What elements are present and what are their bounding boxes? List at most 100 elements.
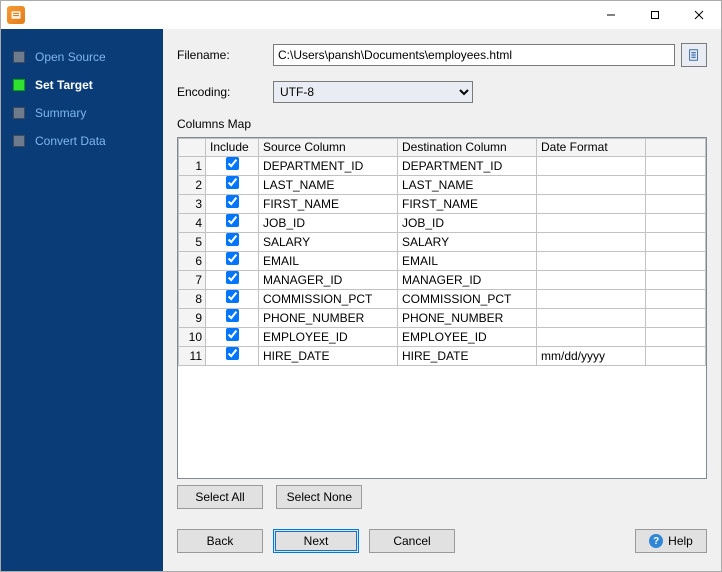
columns-map-label: Columns Map xyxy=(177,117,707,131)
back-button[interactable]: Back xyxy=(177,529,263,553)
wizard-step-convert-data[interactable]: Convert Data xyxy=(1,127,163,155)
destination-cell[interactable]: JOB_ID xyxy=(398,214,537,233)
header-date-format[interactable]: Date Format xyxy=(537,139,646,157)
include-cell xyxy=(206,157,259,176)
grid-corner xyxy=(179,139,206,157)
source-cell[interactable]: JOB_ID xyxy=(259,214,398,233)
source-cell[interactable]: MANAGER_ID xyxy=(259,271,398,290)
browse-button[interactable] xyxy=(681,43,707,67)
wizard-step-summary[interactable]: Summary xyxy=(1,99,163,127)
destination-cell[interactable]: PHONE_NUMBER xyxy=(398,309,537,328)
select-all-button[interactable]: Select All xyxy=(177,485,263,509)
help-icon: ? xyxy=(649,534,663,548)
step-marker-icon xyxy=(13,135,25,147)
include-checkbox[interactable] xyxy=(226,309,239,322)
include-checkbox[interactable] xyxy=(226,176,239,189)
include-checkbox[interactable] xyxy=(226,252,239,265)
table-row[interactable]: 10 EMPLOYEE_IDEMPLOYEE_ID xyxy=(179,328,706,347)
source-cell[interactable]: EMPLOYEE_ID xyxy=(259,328,398,347)
source-cell[interactable]: LAST_NAME xyxy=(259,176,398,195)
table-row[interactable]: 2LAST_NAMELAST_NAME xyxy=(179,176,706,195)
include-checkbox[interactable] xyxy=(226,271,239,284)
table-row[interactable]: 1DEPARTMENT_IDDEPARTMENT_ID xyxy=(179,157,706,176)
encoding-label: Encoding: xyxy=(177,85,273,99)
table-row[interactable]: 11HIRE_DATEHIRE_DATEmm/dd/yyyy xyxy=(179,347,706,366)
table-row[interactable]: 4 JOB_IDJOB_ID xyxy=(179,214,706,233)
select-none-button[interactable]: Select None xyxy=(276,485,362,509)
row-number: 10 xyxy=(179,328,206,347)
include-cell xyxy=(206,195,259,214)
table-row[interactable]: 3FIRST_NAMEFIRST_NAME xyxy=(179,195,706,214)
destination-cell[interactable]: FIRST_NAME xyxy=(398,195,537,214)
destination-cell[interactable]: EMAIL xyxy=(398,252,537,271)
step-marker-icon xyxy=(13,107,25,119)
step-label: Convert Data xyxy=(35,134,106,148)
date-format-cell[interactable] xyxy=(537,176,646,195)
table-row[interactable]: 7MANAGER_IDMANAGER_ID xyxy=(179,271,706,290)
date-format-cell[interactable] xyxy=(537,252,646,271)
source-cell[interactable]: EMAIL xyxy=(259,252,398,271)
destination-cell[interactable]: COMMISSION_PCT xyxy=(398,290,537,309)
titlebar-left xyxy=(7,6,25,24)
header-spacer xyxy=(646,139,706,157)
step-label: Open Source xyxy=(35,50,106,64)
wizard-step-set-target[interactable]: Set Target xyxy=(1,71,163,99)
row-number: 5 xyxy=(179,233,206,252)
minimize-button[interactable] xyxy=(589,1,633,29)
source-cell[interactable]: FIRST_NAME xyxy=(259,195,398,214)
date-format-cell[interactable] xyxy=(537,309,646,328)
include-cell xyxy=(206,309,259,328)
source-cell[interactable]: SALARY xyxy=(259,233,398,252)
include-cell xyxy=(206,328,259,347)
row-number: 4 xyxy=(179,214,206,233)
date-format-cell[interactable] xyxy=(537,214,646,233)
encoding-select[interactable]: UTF-8 xyxy=(273,81,473,103)
table-row[interactable]: 9PHONE_NUMBERPHONE_NUMBER xyxy=(179,309,706,328)
destination-cell[interactable]: DEPARTMENT_ID xyxy=(398,157,537,176)
filename-input[interactable] xyxy=(273,44,675,66)
wizard-step-open-source[interactable]: Open Source xyxy=(1,43,163,71)
destination-cell[interactable]: EMPLOYEE_ID xyxy=(398,328,537,347)
form-area: Filename: Encoding: UTF-8 Columns Map xyxy=(163,29,721,523)
include-checkbox[interactable] xyxy=(226,347,239,360)
date-format-cell[interactable] xyxy=(537,290,646,309)
include-checkbox[interactable] xyxy=(226,195,239,208)
date-format-cell[interactable] xyxy=(537,233,646,252)
header-destination[interactable]: Destination Column xyxy=(398,139,537,157)
app-icon xyxy=(7,6,25,24)
source-cell[interactable]: DEPARTMENT_ID xyxy=(259,157,398,176)
destination-cell[interactable]: SALARY xyxy=(398,233,537,252)
date-format-cell[interactable]: mm/dd/yyyy xyxy=(537,347,646,366)
destination-cell[interactable]: HIRE_DATE xyxy=(398,347,537,366)
help-button[interactable]: ? Help xyxy=(635,529,707,553)
date-format-cell[interactable] xyxy=(537,271,646,290)
source-cell[interactable]: PHONE_NUMBER xyxy=(259,309,398,328)
include-checkbox[interactable] xyxy=(226,328,239,341)
close-button[interactable] xyxy=(677,1,721,29)
row-number: 8 xyxy=(179,290,206,309)
include-checkbox[interactable] xyxy=(226,157,239,170)
table-row[interactable]: 8 COMMISSION_PCTCOMMISSION_PCT xyxy=(179,290,706,309)
date-format-cell[interactable] xyxy=(537,195,646,214)
step-label: Set Target xyxy=(35,78,93,92)
table-row[interactable]: 6EMAILEMAIL xyxy=(179,252,706,271)
header-include[interactable]: Include xyxy=(206,139,259,157)
date-format-cell[interactable] xyxy=(537,157,646,176)
table-row[interactable]: 5 SALARYSALARY xyxy=(179,233,706,252)
next-button[interactable]: Next xyxy=(273,529,359,553)
include-checkbox[interactable] xyxy=(226,214,239,227)
wizard-sidebar: Open Source Set Target Summary Convert Data xyxy=(1,29,163,571)
header-source[interactable]: Source Column xyxy=(259,139,398,157)
destination-cell[interactable]: MANAGER_ID xyxy=(398,271,537,290)
step-label: Summary xyxy=(35,106,86,120)
maximize-button[interactable] xyxy=(633,1,677,29)
destination-cell[interactable]: LAST_NAME xyxy=(398,176,537,195)
include-checkbox[interactable] xyxy=(226,233,239,246)
cancel-button[interactable]: Cancel xyxy=(369,529,455,553)
source-cell[interactable]: COMMISSION_PCT xyxy=(259,290,398,309)
include-checkbox[interactable] xyxy=(226,290,239,303)
source-cell[interactable]: HIRE_DATE xyxy=(259,347,398,366)
spacer-cell xyxy=(646,347,706,366)
date-format-cell[interactable] xyxy=(537,328,646,347)
columns-grid: Include Source Column Destination Column… xyxy=(177,137,707,479)
